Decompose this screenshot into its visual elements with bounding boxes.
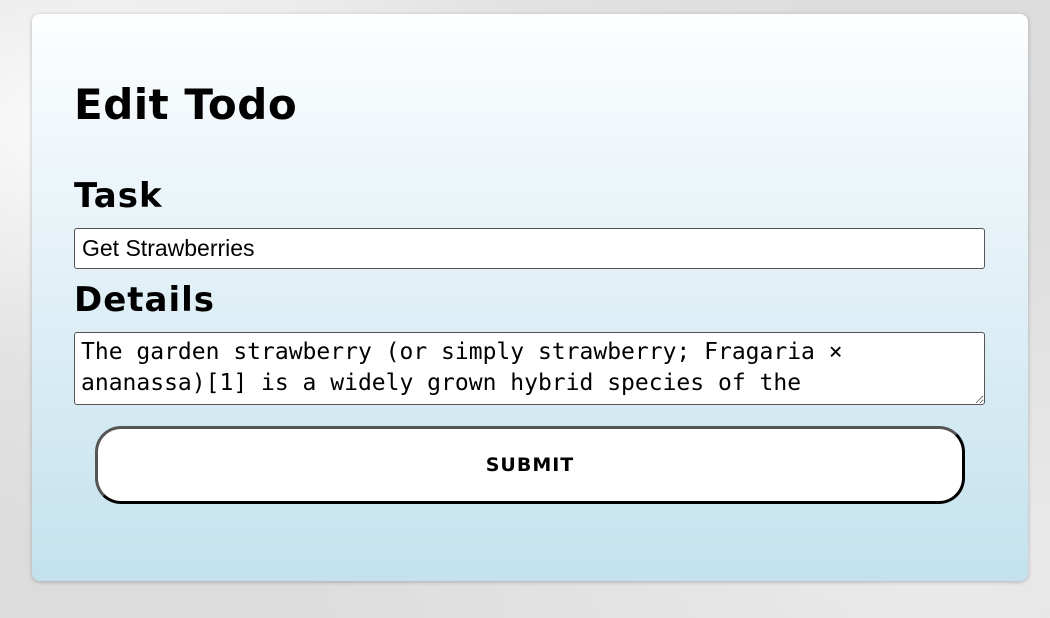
edit-todo-card: Edit Todo Task Details The garden strawb… xyxy=(32,14,1028,581)
page-title: Edit Todo xyxy=(74,80,298,129)
submit-button[interactable]: SUBMIT xyxy=(95,426,965,504)
task-label: Task xyxy=(74,176,163,216)
task-input[interactable] xyxy=(74,228,985,269)
details-textarea[interactable]: The garden strawberry (or simply strawbe… xyxy=(74,332,985,405)
details-label: Details xyxy=(74,280,216,320)
